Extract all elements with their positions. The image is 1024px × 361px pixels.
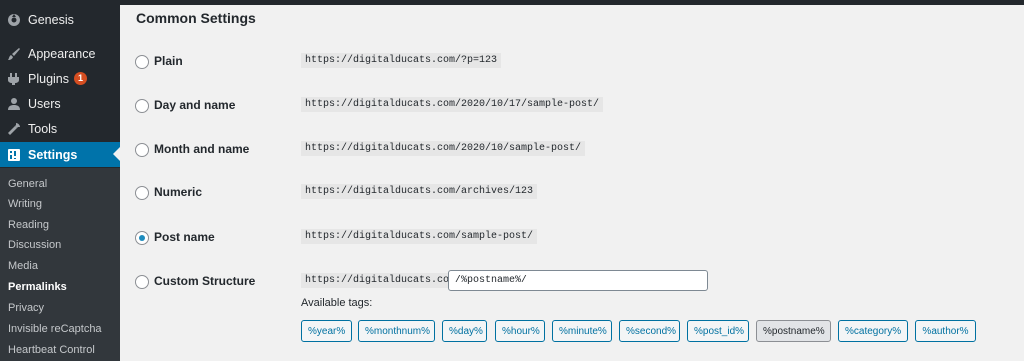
example-url: https://digitalducats.com/archives/123 <box>301 184 538 199</box>
permalink-option-day-and-name[interactable]: Day and name https://digitalducats.com/2… <box>135 96 1005 116</box>
active-indicator-arrow <box>113 147 120 161</box>
permalink-option-numeric[interactable]: Numeric https://digitalducats.com/archiv… <box>135 183 1005 203</box>
sidebar-item-label: Settings <box>28 147 78 162</box>
permalink-option-plain[interactable]: Plain https://digitalducats.com/?p=123 <box>135 52 1005 72</box>
tag-button-category[interactable]: %category% <box>838 320 908 342</box>
example-url: https://digitalducats.com/2020/10/17/sam… <box>301 97 604 112</box>
permalink-option-month-and-name[interactable]: Month and name https://digitalducats.com… <box>135 140 1005 160</box>
permalink-settings-panel: Common Settings Plain https://digitalduc… <box>120 0 1024 361</box>
option-label: Day and name <box>154 98 236 112</box>
settings-icon <box>7 148 21 162</box>
submenu-item-heartbeat-control[interactable]: Heartbeat Control <box>8 340 95 360</box>
tag-button-post-id[interactable]: %post_id% <box>687 320 749 342</box>
sidebar-item-label: Appearance <box>28 46 96 61</box>
submenu-item-general[interactable]: General <box>8 174 47 194</box>
sidebar-item-tools[interactable]: Tools <box>0 116 120 141</box>
paintbrush-icon <box>7 47 21 61</box>
available-tags-label: Available tags: <box>301 297 373 309</box>
sidebar-item-label: Users <box>28 96 61 111</box>
sidebar-item-plugins[interactable]: Plugins 1 <box>0 66 120 91</box>
sidebar-item-users[interactable]: Users <box>0 91 120 116</box>
admin-sidebar: Genesis Appearance Plugins 1 Users Tools… <box>0 0 120 361</box>
sidebar-item-label: Tools <box>28 121 58 136</box>
submenu-item-reading[interactable]: Reading <box>8 215 49 235</box>
tag-button-author[interactable]: %author% <box>915 320 976 342</box>
radio-custom-structure[interactable] <box>135 275 149 289</box>
option-label: Custom Structure <box>154 274 256 288</box>
settings-submenu: General Writing Reading Discussion Media… <box>0 168 120 361</box>
sidebar-item-label: Genesis <box>28 12 74 27</box>
tag-button-minute[interactable]: %minute% <box>552 320 612 342</box>
plugin-icon <box>7 72 21 86</box>
sidebar-item-appearance[interactable]: Appearance <box>0 41 120 66</box>
custom-structure-base-url: https://digitalducats.com <box>301 273 460 288</box>
option-label: Post name <box>154 230 215 244</box>
sidebar-item-label: Plugins <box>28 71 69 86</box>
custom-structure-input[interactable] <box>448 270 708 291</box>
wrench-icon <box>7 122 21 136</box>
submenu-item-privacy[interactable]: Privacy <box>8 298 44 318</box>
option-label: Month and name <box>154 142 250 156</box>
option-label: Numeric <box>154 185 203 199</box>
tag-button-monthnum[interactable]: %monthnum% <box>358 320 435 342</box>
example-url: https://digitalducats.com/2020/10/sample… <box>301 141 586 156</box>
submenu-item-writing[interactable]: Writing <box>8 194 42 214</box>
option-label: Plain <box>154 54 183 68</box>
radio-numeric[interactable] <box>135 186 149 200</box>
tag-button-day[interactable]: %day% <box>442 320 487 342</box>
radio-post-name[interactable] <box>135 231 149 245</box>
radio-month-and-name[interactable] <box>135 143 149 157</box>
section-title: Common Settings <box>136 10 256 26</box>
submenu-item-permalinks[interactable]: Permalinks <box>8 277 67 297</box>
tag-button-year[interactable]: %year% <box>301 320 352 342</box>
submenu-item-media[interactable]: Media <box>8 256 38 276</box>
submenu-item-invisible-recaptcha[interactable]: Invisible reCaptcha <box>8 319 102 339</box>
tag-button-second[interactable]: %second% <box>619 320 680 342</box>
sidebar-item-genesis[interactable]: Genesis <box>0 7 120 32</box>
submenu-item-discussion[interactable]: Discussion <box>8 235 61 255</box>
sidebar-item-settings[interactable]: Settings <box>0 142 120 167</box>
genesis-icon <box>7 13 21 27</box>
example-url: https://digitalducats.com/sample-post/ <box>301 229 538 244</box>
example-url: https://digitalducats.com/?p=123 <box>301 53 502 68</box>
radio-plain[interactable] <box>135 55 149 69</box>
user-icon <box>7 97 21 111</box>
permalink-option-post-name[interactable]: Post name https://digitalducats.com/samp… <box>135 228 1005 248</box>
radio-day-and-name[interactable] <box>135 99 149 113</box>
update-count-badge: 1 <box>74 72 87 85</box>
tag-button-postname[interactable]: %postname% <box>756 320 831 342</box>
tag-button-hour[interactable]: %hour% <box>495 320 545 342</box>
